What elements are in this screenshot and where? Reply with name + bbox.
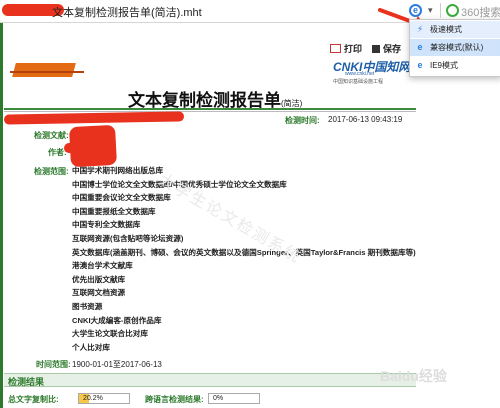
results-header [4,373,416,387]
scope-item: 大学生论文联合比对库 [72,329,148,339]
document-title: 文本复制检测报告单(简洁).mht [52,7,202,19]
ie-icon: e [417,60,423,70]
baidu-watermark: Baidu经验 [380,368,447,384]
cross-language-progress: 0% [208,393,260,404]
logo-underline [10,71,84,73]
scope-item: 英文数据库(涵盖期刊、博硕、会议的英文数据以及德国Springer、英国Tayl… [72,247,416,257]
similarity-label: 总文字复制比: [8,395,59,404]
redaction-mark [64,143,104,153]
printer-icon [330,44,341,53]
print-label: 打印 [344,44,363,54]
menu-item-label: 兼容模式(默认) [430,43,484,52]
header-divider-secondary [4,111,416,112]
menu-item-label: IE9模式 [430,61,459,70]
scope-item: 中国博士学位论文全文数据库/中国优秀硕士学位论文全文数据库 [72,179,287,189]
header-divider [4,108,416,110]
similarity-value: 20.2% [83,395,103,402]
check-time-label: 检测时间: [285,116,320,125]
scope-item: 中国学术期刊网络出版总库 [72,166,164,175]
menu-item-label: 极速模式 [430,25,462,34]
left-border [0,23,3,408]
similarity-progress: 20.2% [78,393,130,404]
time-range-value: 1900-01-01至2017-06-13 [72,360,162,369]
cnki-subtitle: 中国知识基础设施工程 [333,79,384,85]
cnki-url: www.cnki.net [345,71,375,77]
ie-icon[interactable]: e [409,4,422,17]
scope-item: 优先出版文献库 [72,274,126,284]
cross-language-label: 跨语言检测结果: [145,395,204,404]
scope-item: 港澳台学术文献库 [72,261,133,271]
menu-item-compat-mode[interactable]: e 兼容模式(默认) [410,39,500,56]
scope-item: 个人比对库 [72,342,110,352]
bolt-icon: ⚡ [416,24,424,34]
chevron-down-icon[interactable]: ▾ [428,5,433,16]
divider [440,3,441,18]
anti-plagiarism-logo [12,63,76,77]
time-range-label: 时间范围: [36,360,71,369]
cross-language-value: 0% [213,395,224,402]
search-input[interactable]: 360搜索 [461,4,500,20]
scope-item: 中国重要会议论文全文数据库 [72,193,171,203]
check-time-value: 2017-06-13 09:43:19 [328,115,403,124]
browser-mode-menu: ⚡ 极速模式 e 兼容模式(默认) e IE9模式 [409,19,500,77]
scope-item: 图书资源 [72,301,103,311]
report-title-suffix: (简洁) [281,99,303,108]
scope-item: 互联网文档资源 [72,288,126,298]
results-title: 检测结果 [8,377,45,387]
menu-item-ie9-mode[interactable]: e IE9模式 [410,57,500,74]
ie-icon: e [417,42,423,52]
document-label: 检测文献: [34,131,69,140]
save-button[interactable]: 保存 [372,42,401,55]
print-button[interactable]: 打印 [330,42,362,55]
save-label: 保存 [383,44,402,54]
search-icon[interactable] [446,4,459,17]
scope-list: 中国学术期刊网络出版总库中国博士学位论文全文数据库/中国优秀硕士学位论文全文数据… [72,165,416,355]
menu-item-speed-mode[interactable]: ⚡ 极速模式 [410,21,500,38]
save-icon [372,45,380,53]
scope-label: 检测范围: [34,167,69,176]
scope-item: CNKI大成编客-原创作品库 [72,315,162,325]
